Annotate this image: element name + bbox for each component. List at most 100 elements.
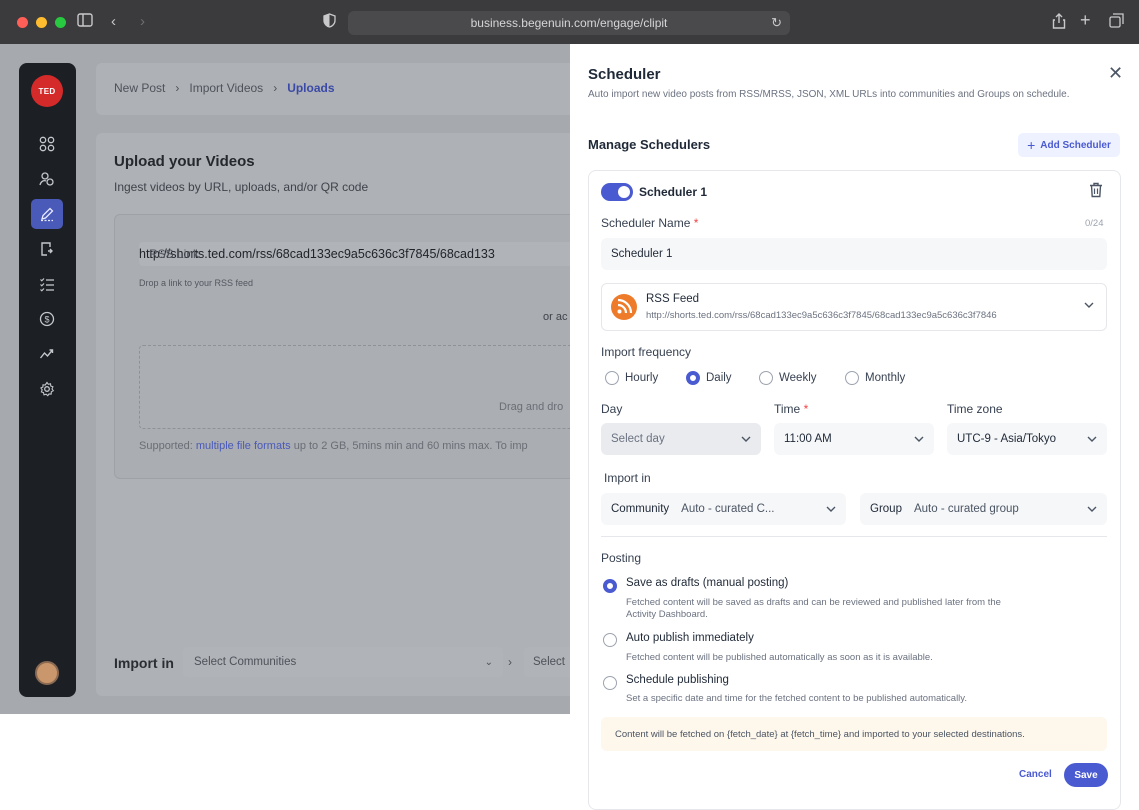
rss-feed-name: RSS Feed — [646, 293, 700, 305]
frequency-label: Weekly — [779, 372, 817, 384]
plus-icon: + — [1027, 137, 1036, 153]
day-label: Day — [601, 402, 623, 416]
community-label: Community — [611, 503, 670, 515]
ted-logo[interactable]: TED — [31, 75, 63, 107]
posting-option-desc: Set a specific date and time for the fet… — [626, 693, 967, 704]
breadcrumb-import-videos[interactable]: Import Videos — [189, 81, 263, 95]
frequency-option-hourly[interactable]: Hourly — [605, 371, 658, 385]
required-marker: * — [803, 402, 809, 416]
breadcrumb: New Post › Import Videos › Uploads — [114, 81, 335, 95]
scheduler-name-input[interactable]: Scheduler 1 — [601, 238, 1107, 270]
file-formats-link[interactable]: multiple file formats — [196, 440, 291, 452]
browser-toolbar: ‹ › business.begenuin.com/engage/clipit … — [0, 0, 1139, 44]
community-value: Auto - curated C... — [681, 503, 775, 515]
panel-subtitle: Auto import new video posts from RSS/MRS… — [588, 89, 1070, 100]
frequency-option-weekly[interactable]: Weekly — [759, 371, 817, 385]
time-select[interactable]: 11:00 AM — [774, 423, 934, 455]
breadcrumb-new-post[interactable]: New Post — [114, 81, 165, 95]
supported-formats-text: Supported: multiple file formats up to 2… — [139, 440, 528, 452]
maximize-window-button[interactable] — [55, 17, 66, 28]
close-icon[interactable]: ✕ — [1108, 63, 1123, 84]
rss-drop-hint: Drop a link to your RSS feed — [139, 278, 254, 288]
minimize-window-button[interactable] — [36, 17, 47, 28]
scheduler-name-label-text: Scheduler Name — [601, 216, 691, 230]
add-scheduler-button[interactable]: + Add Scheduler — [1018, 133, 1120, 157]
chevron-right-icon: › — [175, 81, 180, 95]
share-icon[interactable] — [1052, 13, 1066, 34]
chevron-down-icon — [1087, 434, 1097, 445]
back-icon[interactable]: ‹ — [111, 13, 116, 31]
group-select[interactable]: Group Auto - curated group — [860, 493, 1107, 525]
close-window-button[interactable] — [17, 17, 28, 28]
manage-schedulers-title: Manage Schedulers — [588, 137, 711, 152]
avatar[interactable] — [35, 661, 59, 685]
analytics-icon[interactable] — [31, 339, 63, 369]
posting-option-title[interactable]: Schedule publishing — [626, 674, 729, 686]
save-button[interactable]: Save — [1064, 763, 1108, 787]
scheduler-enable-toggle[interactable] — [601, 183, 633, 201]
upload-subtitle: Ingest videos by URL, uploads, and/or QR… — [114, 180, 369, 194]
grid-icon[interactable] — [31, 129, 63, 159]
posting-option-title[interactable]: Auto publish immediately — [626, 632, 754, 644]
select-communities-text: Select Communities — [194, 656, 297, 668]
sidebar: TED $ — [19, 63, 76, 697]
toggle-knob — [618, 186, 630, 198]
chevron-down-icon — [1087, 504, 1097, 515]
file-dropzone[interactable] — [139, 345, 570, 429]
rss-feed-url: http://shorts.ted.com/rss/68cad133ec9a5c… — [646, 310, 997, 321]
frequency-option-monthly[interactable]: Monthly — [845, 371, 905, 385]
checklist-icon[interactable] — [31, 269, 63, 299]
group-value: Auto - curated group — [913, 503, 1019, 515]
posting-desc-line: Fetched content will be saved as drafts … — [626, 597, 1001, 608]
trash-icon[interactable] — [1089, 182, 1105, 200]
panel-title: Scheduler — [588, 66, 661, 83]
timezone-select[interactable]: UTC-9 - Asia/Tokyo — [947, 423, 1107, 455]
time-value: 11:00 AM — [784, 433, 832, 445]
radio-button[interactable] — [845, 371, 859, 385]
posting-radio-schedule[interactable] — [603, 676, 617, 690]
posting-radio-auto[interactable] — [603, 633, 617, 647]
radio-button-selected[interactable] — [686, 371, 700, 385]
select-communities-dropdown[interactable]: Select Communities ⌄ — [183, 647, 503, 677]
community-select[interactable]: Community Auto - curated C... — [601, 493, 846, 525]
tab-overview-icon[interactable] — [1109, 13, 1124, 33]
posting-desc-line: Activity Dashboard. — [626, 609, 708, 620]
shield-icon[interactable] — [323, 13, 336, 33]
community-icon[interactable] — [31, 164, 63, 194]
rss-feed-select[interactable]: RSS Feed http://shorts.ted.com/rss/68cad… — [601, 283, 1107, 331]
posting-radio-drafts[interactable] — [603, 579, 617, 593]
frequency-label: Hourly — [625, 372, 659, 384]
cancel-button[interactable]: Cancel — [1019, 769, 1052, 780]
upload-title: Upload your Videos — [114, 153, 255, 170]
rss-link-input[interactable]: RSS Link http://shorts.ted.com/rss/68cad… — [139, 242, 570, 266]
settings-icon[interactable] — [31, 374, 63, 404]
time-label-text: Time — [774, 402, 801, 416]
radio-button[interactable] — [759, 371, 773, 385]
character-counter: 0/24 — [1085, 218, 1104, 229]
supported-prefix: Supported: — [139, 440, 196, 452]
day-placeholder: Select day — [611, 433, 665, 445]
select-group-dropdown[interactable]: Select — [524, 647, 570, 677]
dropzone-text: Drag and dro — [499, 401, 564, 413]
address-bar[interactable]: business.begenuin.com/engage/clipit ↻ — [348, 11, 790, 35]
refresh-icon[interactable]: ↻ — [771, 15, 782, 31]
posting-option-title[interactable]: Save as drafts (manual posting) — [626, 577, 788, 589]
create-post-icon[interactable] — [31, 199, 63, 229]
import-icon[interactable] — [31, 234, 63, 264]
radio-button[interactable] — [605, 371, 619, 385]
frequency-label: Daily — [706, 372, 732, 384]
forward-icon[interactable]: › — [140, 13, 145, 31]
required-marker: * — [693, 216, 699, 230]
new-tab-icon[interactable]: + — [1080, 11, 1091, 29]
time-label: Time * — [774, 402, 808, 416]
import-frequency-label: Import frequency — [601, 345, 692, 359]
dollar-icon[interactable]: $ — [31, 304, 63, 334]
chevron-down-icon: ⌄ — [484, 656, 493, 668]
frequency-option-daily[interactable]: Daily — [686, 371, 732, 385]
day-select[interactable]: Select day — [601, 423, 761, 455]
scheduler-name-value: Scheduler 1 — [611, 248, 673, 260]
or-divider-text: or ac — [543, 311, 568, 323]
breadcrumb-uploads[interactable]: Uploads — [287, 81, 334, 95]
sidebar-toggle-icon[interactable] — [77, 13, 93, 32]
posting-option-desc: Fetched content will be published automa… — [626, 652, 933, 663]
